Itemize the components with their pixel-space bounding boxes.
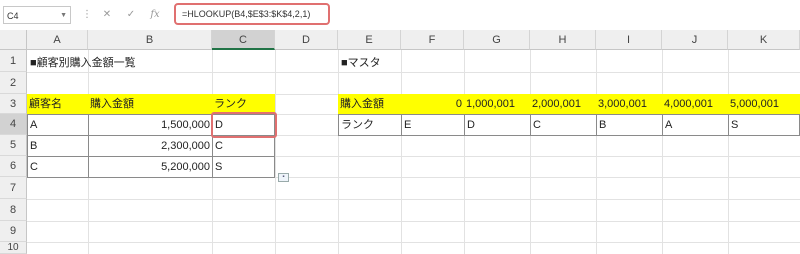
column-header-c[interactable]: C — [212, 30, 275, 50]
master-table-title: ■マスタ — [341, 57, 381, 69]
column-header-f[interactable]: F — [401, 30, 464, 50]
cell-c6[interactable]: S — [212, 156, 275, 178]
master-rank-k4[interactable]: S — [728, 114, 800, 136]
cell-a4[interactable]: A — [27, 114, 89, 136]
gridline — [464, 50, 465, 254]
row-header-3[interactable]: 3 — [0, 94, 27, 114]
column-header-a[interactable]: A — [27, 30, 88, 50]
gridline — [530, 50, 531, 254]
master-amount-f3[interactable]: 0 — [401, 94, 464, 114]
master-amount-h3[interactable]: 2,000,001 — [530, 94, 596, 114]
master-amount-g3[interactable]: 1,000,001 — [464, 94, 530, 114]
cell-b5[interactable]: 2,300,000 — [88, 135, 213, 157]
master-header-amount[interactable]: 購入金額 — [338, 94, 401, 114]
master-header-rank[interactable]: ランク — [338, 114, 402, 136]
header-purchase-amount[interactable]: 購入金額 — [88, 94, 212, 114]
column-header-i[interactable]: I — [596, 30, 662, 50]
row-header-8[interactable]: 8 — [0, 199, 27, 221]
row-header-9[interactable]: 9 — [0, 221, 27, 242]
function-icon[interactable]: fx — [148, 7, 162, 23]
header-customer-name[interactable]: 顧客名 — [27, 94, 88, 114]
cell-c5[interactable]: C — [212, 135, 275, 157]
column-header-j[interactable]: J — [662, 30, 728, 50]
selected-cell-highlight — [211, 112, 277, 138]
cell-a5[interactable]: B — [27, 135, 89, 157]
column-header-k[interactable]: K — [728, 30, 800, 50]
gridline — [401, 50, 402, 254]
formula-input[interactable]: =HLOOKUP(B4,$E$3:$K$4,2,1) — [174, 3, 330, 25]
dropdown-arrow-icon[interactable]: ▼ — [60, 7, 67, 25]
row-header-2[interactable]: 2 — [0, 72, 27, 94]
cell-b6[interactable]: 5,200,000 — [88, 156, 213, 178]
gridline — [27, 199, 800, 200]
gridline — [275, 50, 276, 254]
master-amount-j3[interactable]: 4,000,001 — [662, 94, 728, 114]
column-header-h[interactable]: H — [530, 30, 596, 50]
master-rank-g4[interactable]: D — [464, 114, 531, 136]
left-table-title: ■顧客別購入金額一覧 — [30, 57, 136, 69]
cell-b4[interactable]: 1,500,000 — [88, 114, 213, 136]
row-header-7[interactable]: 7 — [0, 177, 27, 199]
master-amount-k3[interactable]: 5,000,001 — [728, 94, 800, 114]
name-box[interactable]: C4 ▼ — [3, 6, 71, 24]
row-header-5[interactable]: 5 — [0, 135, 27, 156]
gridline — [338, 50, 339, 254]
row-header-1[interactable]: 1 — [0, 50, 27, 72]
header-rank[interactable]: ランク — [212, 94, 275, 114]
paste-options-icon[interactable]: ▪ — [278, 173, 289, 182]
row-header-6[interactable]: 6 — [0, 156, 27, 177]
select-all-corner[interactable] — [0, 30, 27, 50]
row-header-10[interactable]: 10 — [0, 242, 27, 254]
column-header-g[interactable]: G — [464, 30, 530, 50]
gridline — [662, 50, 663, 254]
cancel-icon[interactable]: ✕ — [100, 7, 114, 23]
gridline — [27, 72, 800, 73]
column-header-b[interactable]: B — [88, 30, 212, 50]
row-header-4[interactable]: 4 — [0, 114, 27, 135]
formula-bar: C4 ▼ ⋮ ✕ ✓ fx =HLOOKUP(B4,$E$3:$K$4,2,1) — [0, 0, 800, 31]
master-rank-j4[interactable]: A — [662, 114, 729, 136]
cell-a6[interactable]: C — [27, 156, 89, 178]
gridline — [728, 50, 729, 254]
master-rank-h4[interactable]: C — [530, 114, 597, 136]
master-amount-i3[interactable]: 3,000,001 — [596, 94, 662, 114]
column-header-e[interactable]: E — [338, 30, 401, 50]
name-box-value: C4 — [7, 11, 19, 21]
gridline — [27, 242, 800, 243]
gridline — [596, 50, 597, 254]
enter-icon[interactable]: ✓ — [124, 7, 138, 23]
master-rank-i4[interactable]: B — [596, 114, 663, 136]
formula-bar-separator: ⋮ — [82, 9, 92, 20]
master-rank-f4[interactable]: E — [401, 114, 465, 136]
column-header-d[interactable]: D — [275, 30, 338, 50]
gridline — [27, 221, 800, 222]
